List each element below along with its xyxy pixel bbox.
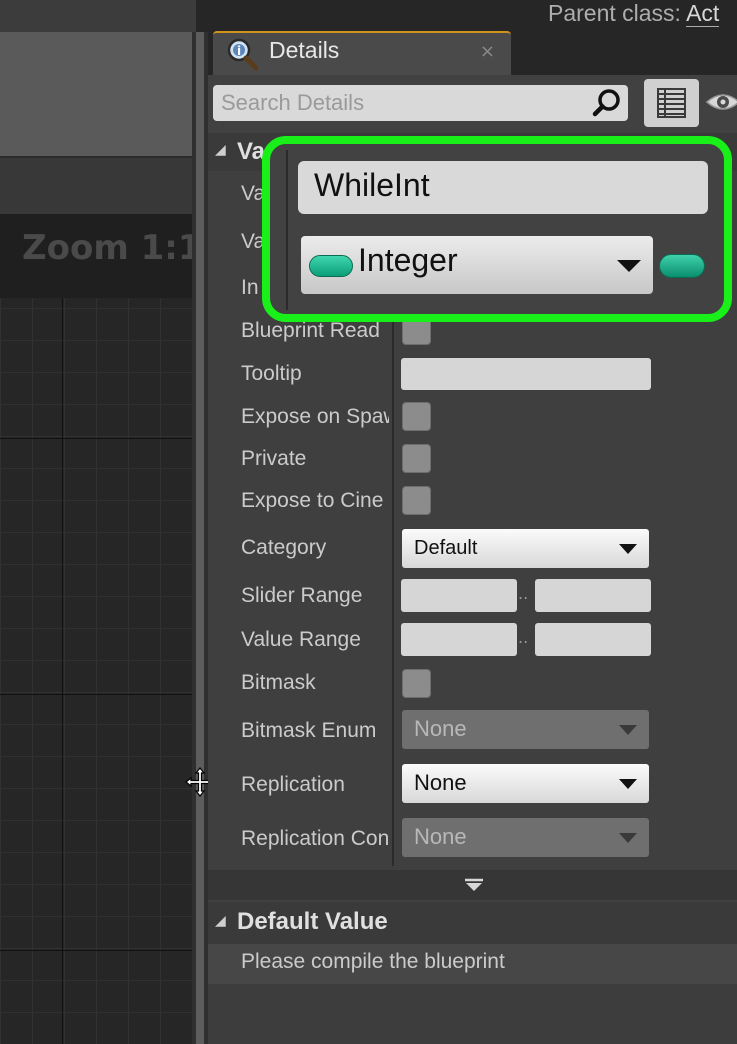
- expose-to-cinematics-checkbox[interactable]: [402, 486, 431, 515]
- category-value: Default: [414, 537, 478, 559]
- variable-name-value: WhileInt: [314, 167, 430, 203]
- variable-name-field[interactable]: WhileInt: [298, 161, 708, 214]
- magnifier-icon: i: [227, 38, 259, 71]
- bitmask-enum-dropdown: None: [402, 710, 649, 749]
- prop-label-replication: Replication: [241, 773, 345, 796]
- view-options-button[interactable]: [644, 79, 699, 127]
- container-type-button[interactable]: [659, 254, 705, 278]
- expose-on-spawn-checkbox[interactable]: [402, 402, 431, 431]
- variable-type-dropdown[interactable]: Integer: [301, 236, 653, 294]
- search-icon[interactable]: [592, 87, 624, 119]
- chevron-down-icon: [619, 779, 637, 789]
- prop-label-tooltip: Tooltip: [241, 362, 302, 385]
- graph-panel: [0, 32, 196, 156]
- prop-label-blueprint-read: Blueprint Read: [241, 319, 380, 342]
- search-input[interactable]: [221, 85, 591, 121]
- range-separator: ..: [518, 584, 529, 603]
- graph-tab-strip: [0, 156, 196, 214]
- category-dropdown[interactable]: Default: [402, 529, 649, 568]
- svg-text:i: i: [237, 44, 241, 58]
- close-icon[interactable]: ×: [480, 41, 495, 62]
- range-separator: ..: [518, 628, 529, 647]
- parent-class: Parent class: Act: [548, 0, 720, 27]
- prop-label-private: Private: [241, 447, 307, 470]
- details-empty-area: [208, 984, 737, 1044]
- graph-toolbar: [0, 0, 196, 32]
- variable-type-value: Integer: [358, 242, 458, 278]
- chevron-down-icon: [619, 833, 637, 843]
- tooltip-field[interactable]: [401, 358, 651, 390]
- collapse-arrow-icon[interactable]: ◢: [215, 913, 226, 929]
- prop-label-category: Category: [241, 536, 327, 559]
- prop-label-slider-range: Slider Range: [241, 584, 363, 607]
- replication-condition-dropdown: None: [402, 818, 649, 857]
- bitmask-checkbox[interactable]: [402, 669, 431, 698]
- prop-label-bitmask-enum: Bitmask Enum: [241, 719, 377, 742]
- prop-label-expose-on-spawn: Expose on Spaw: [241, 405, 389, 428]
- eye-icon[interactable]: [705, 88, 737, 116]
- graph-gridline: [0, 694, 192, 695]
- graph-gridline: [0, 438, 192, 439]
- search-box[interactable]: [213, 85, 628, 121]
- value-range-max-field[interactable]: [535, 623, 651, 656]
- graph-gridline: [62, 298, 63, 1044]
- parent-class-label: Parent class:: [548, 0, 681, 26]
- tab-details[interactable]: i Details ×: [213, 31, 511, 75]
- zoom-label: Zoom 1:1: [22, 228, 202, 268]
- replication-condition-value: None: [414, 824, 467, 849]
- graph-canvas[interactable]: [0, 214, 192, 1044]
- replication-dropdown[interactable]: None: [402, 764, 649, 803]
- value-range-min-field[interactable]: [401, 623, 517, 656]
- graph-gridline: [0, 950, 192, 951]
- tab-details-label: Details: [269, 37, 340, 63]
- bitmask-enum-value: None: [414, 716, 467, 741]
- private-checkbox[interactable]: [402, 444, 431, 473]
- prop-label-expose-to-cine: Expose to Cine: [241, 489, 384, 512]
- collapse-arrow-icon[interactable]: ◢: [215, 142, 226, 158]
- integer-pin-icon: [309, 255, 353, 277]
- slider-range-min-field[interactable]: [401, 579, 517, 612]
- default-value-section-title: Default Value: [237, 908, 388, 935]
- splitter-handle[interactable]: [196, 32, 204, 1044]
- chevron-down-icon: [619, 725, 637, 735]
- chevron-down-icon: [619, 544, 637, 554]
- prop-label-bitmask: Bitmask: [241, 671, 316, 694]
- chevron-down-icon: [617, 260, 641, 272]
- prop-label-replication-condition: Replication Con: [241, 827, 389, 850]
- grid-list-icon: [657, 88, 686, 118]
- variable-section-title: Va: [237, 138, 266, 165]
- parent-class-value[interactable]: Act: [686, 0, 720, 27]
- replication-value: None: [414, 770, 467, 795]
- expand-arrow-icon[interactable]: [463, 878, 485, 892]
- compile-message: Please compile the blueprint: [241, 950, 505, 973]
- prop-label-value-range: Value Range: [241, 628, 361, 651]
- slider-range-max-field[interactable]: [535, 579, 651, 612]
- callout-divider: [286, 150, 288, 310]
